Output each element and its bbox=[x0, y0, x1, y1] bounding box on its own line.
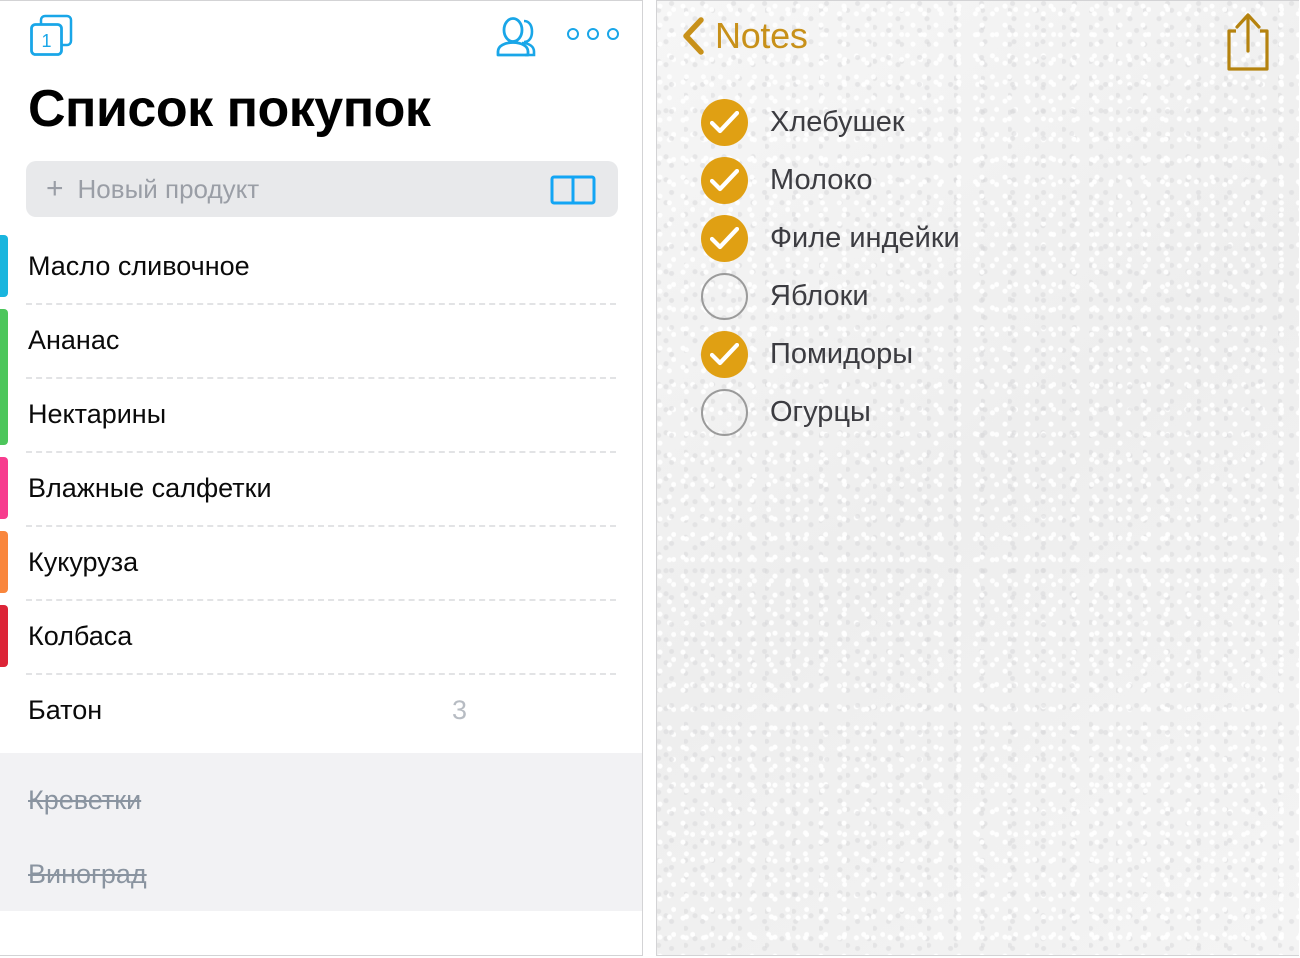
checklist-row[interactable]: Молоко bbox=[701, 151, 1299, 209]
shopping-item-label: Колбаса bbox=[28, 620, 133, 651]
item-category-color-bar bbox=[0, 457, 8, 519]
checklist-row[interactable]: Филе индейки bbox=[701, 209, 1299, 267]
more-dot-3 bbox=[607, 28, 619, 40]
active-items-container: Масло сливочное Ананас Нектарины Влажные са… bbox=[0, 229, 642, 747]
shopping-item-row[interactable]: Влажные салфетки bbox=[0, 451, 642, 525]
shopping-item-row[interactable]: Батон 3 bbox=[0, 673, 642, 747]
back-to-notes-button[interactable]: Notes bbox=[681, 15, 808, 57]
checklist-row[interactable]: Яблоки bbox=[701, 267, 1299, 325]
notes-panel: Notes Хлебушек Молоко Филе индейки Яблоки По… bbox=[656, 0, 1299, 956]
shopping-item-label: Кукуруза bbox=[28, 546, 139, 577]
item-category-color-bar bbox=[0, 605, 8, 667]
list-stack-icon[interactable]: 1 bbox=[28, 13, 76, 59]
checked-circle-icon[interactable] bbox=[701, 156, 748, 204]
shopping-item-row[interactable]: Ананас bbox=[0, 303, 642, 377]
shopping-item-label: Ананас bbox=[28, 324, 120, 355]
notes-checklist: Хлебушек Молоко Филе индейки Яблоки Помидоры… bbox=[657, 87, 1299, 441]
shopping-list-panel: 1 Список покупок + Новый продукт Масло с… bbox=[0, 0, 643, 956]
more-dot-1 bbox=[567, 28, 579, 40]
shopping-item-label: Влажные салфетки bbox=[28, 472, 272, 503]
page-title: Список покупок bbox=[28, 80, 431, 138]
shopping-list-toolbar: 1 bbox=[0, 1, 642, 73]
app-screenshot: 1 Список покупок + Новый продукт Масло с… bbox=[0, 0, 1300, 958]
completed-item-label: Креветки bbox=[28, 784, 142, 815]
checked-circle-icon[interactable] bbox=[701, 214, 748, 262]
checklist-item-label: Хлебушек bbox=[770, 105, 905, 138]
completed-items-container: Креветки Виноград bbox=[0, 763, 642, 911]
open-book-icon[interactable] bbox=[550, 175, 596, 205]
svg-text:1: 1 bbox=[41, 31, 51, 51]
shopping-item-row[interactable]: Нектарины bbox=[0, 377, 642, 451]
item-category-color-bar bbox=[0, 531, 8, 593]
shopping-item-quantity: 3 bbox=[452, 694, 468, 725]
completed-item-row[interactable]: Виноград bbox=[0, 837, 642, 911]
completed-item-label: Виноград bbox=[28, 858, 147, 889]
unchecked-circle-icon[interactable] bbox=[701, 272, 748, 320]
checklist-row[interactable]: Помидоры bbox=[701, 325, 1299, 383]
checked-circle-icon[interactable] bbox=[701, 98, 748, 146]
completed-item-row[interactable]: Креветки bbox=[0, 763, 642, 837]
item-category-color-bar bbox=[0, 235, 8, 297]
unchecked-circle-icon[interactable] bbox=[701, 388, 748, 436]
checklist-item-label: Огурцы bbox=[770, 395, 871, 428]
plus-icon: + bbox=[46, 172, 64, 205]
new-item-input[interactable]: + Новый продукт bbox=[26, 161, 618, 217]
shopping-item-row[interactable]: Колбаса bbox=[0, 599, 642, 673]
share-icon[interactable] bbox=[1223, 11, 1273, 73]
new-item-placeholder: Новый продукт bbox=[77, 173, 260, 204]
checklist-item-label: Молоко bbox=[770, 163, 873, 196]
back-button-label: Notes bbox=[715, 15, 808, 56]
checklist-item-label: Помидоры bbox=[770, 337, 914, 370]
scallop-divider bbox=[0, 747, 642, 757]
people-icon[interactable] bbox=[491, 15, 543, 59]
shopping-item-row[interactable]: Кукуруза bbox=[0, 525, 642, 599]
checklist-row[interactable]: Огурцы bbox=[701, 383, 1299, 441]
shopping-item-label: Батон bbox=[28, 694, 103, 725]
checked-circle-icon[interactable] bbox=[701, 330, 748, 378]
shopping-item-row[interactable]: Масло сливочное bbox=[0, 229, 642, 303]
checklist-item-label: Яблоки bbox=[770, 279, 869, 312]
shopping-items-list: Масло сливочное Ананас Нектарины Влажные са… bbox=[0, 229, 642, 955]
checklist-row[interactable]: Хлебушек bbox=[701, 93, 1299, 151]
shopping-item-label: Масло сливочное bbox=[28, 250, 250, 281]
chevron-left-icon bbox=[681, 16, 707, 56]
notes-toolbar: Notes bbox=[657, 1, 1299, 87]
shopping-item-label: Нектарины bbox=[28, 398, 167, 429]
item-category-color-bar bbox=[0, 309, 8, 445]
completed-items-section: Креветки Виноград bbox=[0, 747, 642, 911]
checklist-item-label: Филе индейки bbox=[770, 221, 960, 254]
more-options-icon[interactable] bbox=[567, 23, 619, 45]
more-dot-2 bbox=[587, 28, 599, 40]
